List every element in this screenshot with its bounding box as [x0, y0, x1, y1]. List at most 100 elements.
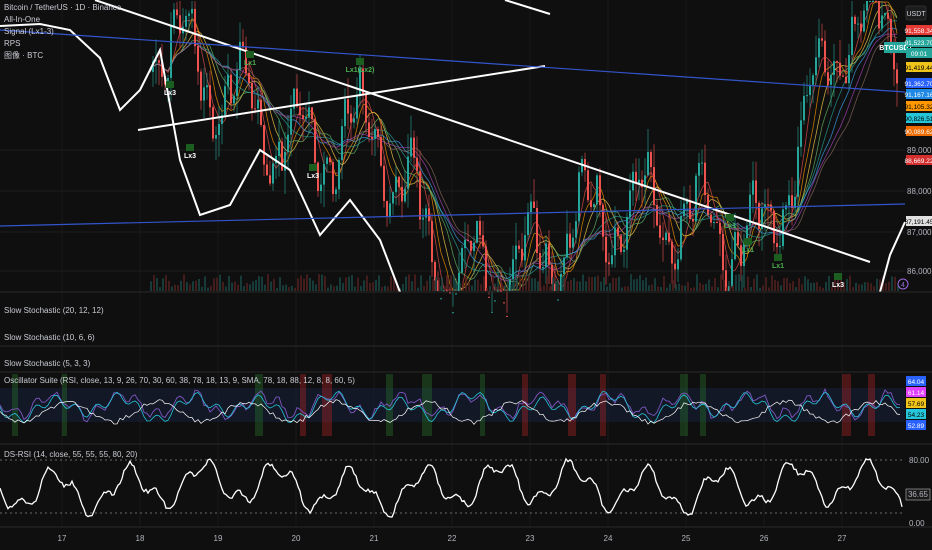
volume-bar [291, 285, 293, 291]
candle-body [803, 95, 805, 121]
volume-bar [792, 281, 794, 291]
volume-bar [687, 281, 689, 291]
volume-bar [213, 278, 215, 291]
volume-bar [810, 282, 812, 291]
candle-body [398, 176, 400, 187]
currency-button[interactable]: USDT [905, 5, 927, 21]
chart-title: Bitcoin / TetherUS · 1D · Binance [4, 3, 122, 12]
volume-bar [570, 279, 572, 291]
candle-body [518, 245, 520, 249]
dsrsi-pane-title[interactable]: DS-RSI (14, close, 55, 55, 55, 80, 20) [4, 450, 138, 459]
x-tick-label: 19 [214, 534, 223, 543]
stoch-pane-title-2[interactable]: Slow Stochastic (10, 6, 6) [4, 333, 95, 342]
candle-body [734, 232, 736, 260]
candle-body [698, 162, 700, 176]
volume-bar [489, 285, 491, 291]
volume-bar [342, 283, 344, 291]
signal-flag [356, 58, 364, 65]
candle-body [836, 61, 838, 63]
candle-body [215, 134, 217, 139]
dsrsi-tick-0: 0.00 [909, 519, 925, 528]
indicator-label-2[interactable]: Signal (Lx1-3) [4, 27, 54, 36]
candle-body [626, 217, 628, 250]
candle-body [878, 1, 880, 29]
volume-bar [264, 284, 266, 291]
volume-bar [546, 275, 548, 291]
price-badge-text: 88,669.22 [905, 158, 932, 165]
volume-bar [240, 275, 242, 291]
osc-pane-title[interactable]: Oscillator Suite (RSI, close, 13, 9, 26,… [4, 376, 355, 385]
stoch-pane-title-3[interactable]: Slow Stochastic (5, 3, 3) [4, 359, 91, 368]
volume-bar [585, 281, 587, 291]
candle-body [536, 207, 538, 254]
candle-body [848, 54, 850, 84]
price-badge-text: 09:01 [911, 51, 928, 58]
volume-bar [465, 275, 467, 291]
x-tick-label: 18 [136, 534, 145, 543]
candle-body [797, 146, 799, 197]
y-tick-1: 88,000.00 [907, 187, 932, 196]
indicator-label-1[interactable]: All-In-One [4, 15, 41, 24]
x-tick-label: 25 [682, 534, 691, 543]
volume-bar [492, 274, 494, 291]
volume-bar [228, 275, 230, 291]
signal-flag [834, 273, 842, 280]
volume-bar [165, 275, 167, 291]
volume-bar [447, 276, 449, 291]
candle-body [695, 175, 697, 222]
candle-body [299, 106, 301, 116]
osc-badge-text: 52.89 [908, 423, 925, 430]
volume-bar [300, 275, 302, 291]
volume-bar [339, 277, 341, 291]
candle-body [512, 259, 514, 280]
candle-body [470, 240, 472, 251]
volume-bar [759, 287, 761, 291]
candle-body [395, 176, 397, 193]
candle-body [176, 9, 178, 16]
volume-bar [807, 279, 809, 291]
volume-bar [156, 278, 158, 291]
x-tick-label: 21 [370, 534, 379, 543]
candle-body [311, 107, 313, 120]
candle-body [608, 262, 610, 265]
candle-body [473, 242, 475, 251]
volume-bar [360, 285, 362, 291]
price-badge-text: 91,167.16 [905, 92, 932, 99]
volume-bar [504, 285, 506, 291]
dsrsi-badge-text: 36.65 [908, 490, 929, 499]
stoch-pane-title-1[interactable]: Slow Stochastic (20, 12, 12) [4, 306, 104, 315]
candle-body [200, 71, 202, 101]
candle-body [659, 225, 661, 238]
volume-bar [636, 278, 638, 291]
candle-body [236, 70, 238, 96]
candle-body [248, 72, 250, 83]
indicator-label-4[interactable]: 图像 · BTC [4, 50, 43, 60]
volume-bar [804, 276, 806, 291]
x-tick-label: 17 [58, 534, 67, 543]
volume-bar [717, 287, 719, 291]
candle-body [845, 76, 847, 84]
volume-bar [567, 281, 569, 291]
signal-label: Lx1 [244, 60, 256, 67]
volume-bar [207, 287, 209, 291]
volume-bar [801, 284, 803, 291]
candle-body [623, 249, 625, 252]
volume-bar [237, 284, 239, 291]
candle-body [410, 137, 412, 157]
signal-flag [309, 164, 317, 171]
indicator-label-3[interactable]: RPS [4, 39, 20, 48]
volume-bar [153, 275, 155, 291]
candle-body [731, 259, 733, 287]
candle-body [407, 156, 409, 189]
volume-bar [573, 278, 575, 291]
volume-bar [231, 282, 233, 291]
osc-zone [422, 374, 432, 436]
volume-bar [612, 277, 614, 291]
volume-bar [711, 286, 713, 291]
volume-bar [540, 286, 542, 291]
signal-label: Lx3 [184, 153, 196, 160]
x-tick-label: 26 [760, 534, 769, 543]
volume-bar [210, 286, 212, 291]
volume-bar [459, 282, 461, 291]
volume-bar [621, 287, 623, 291]
